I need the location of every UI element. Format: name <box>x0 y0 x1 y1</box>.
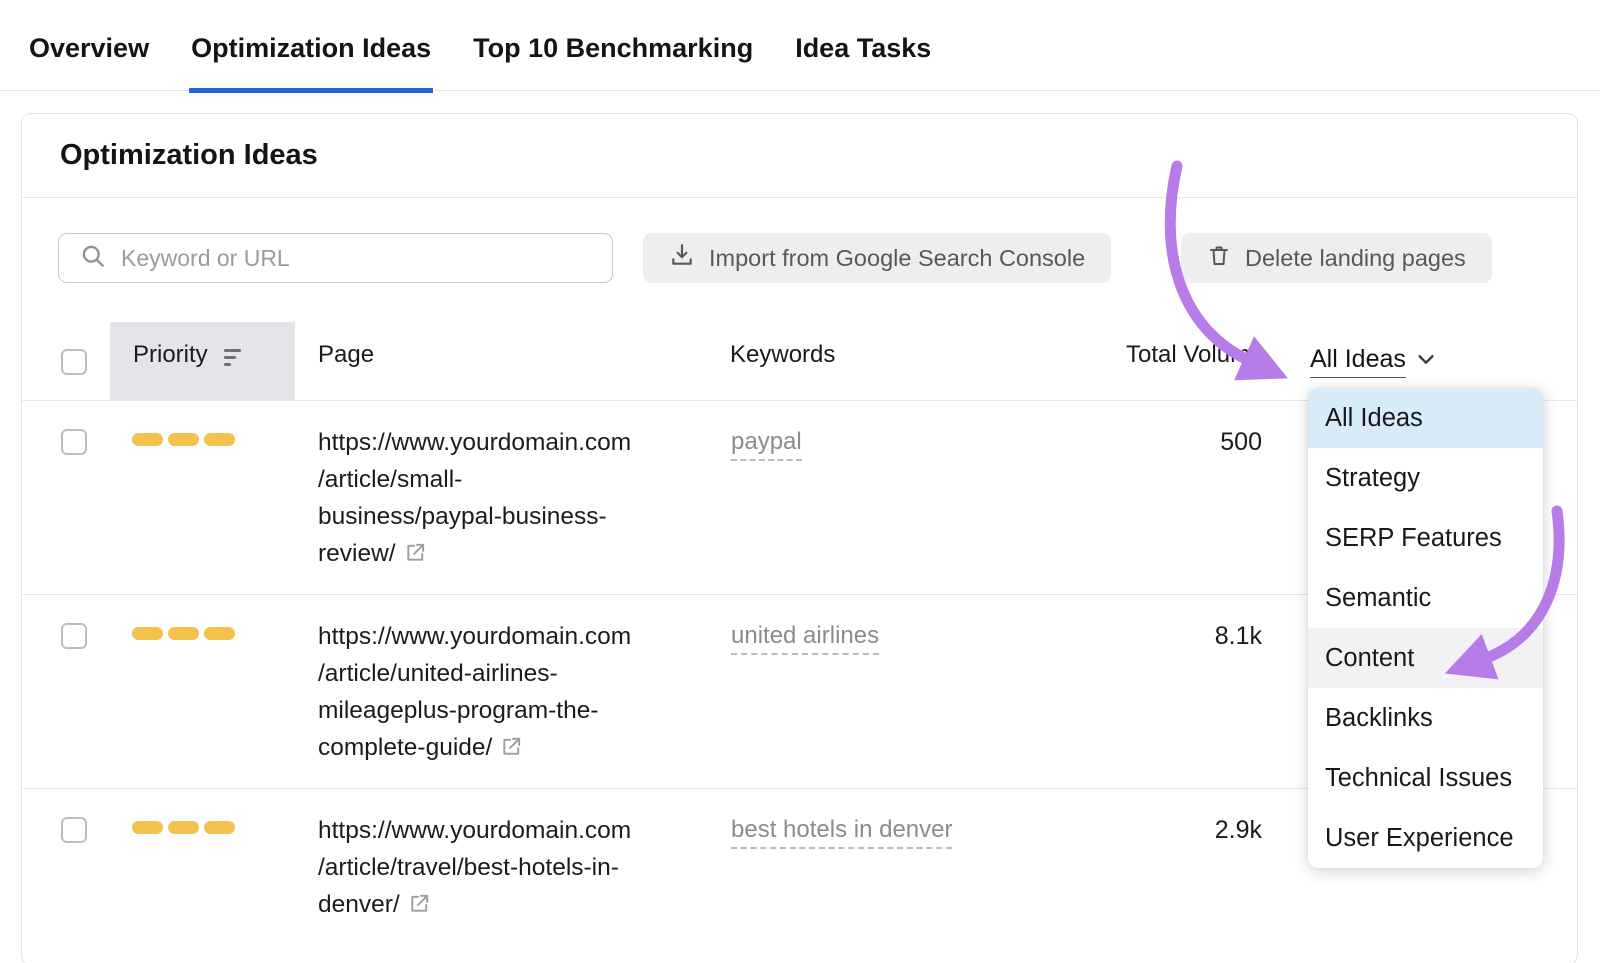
dropdown-item-all-ideas[interactable]: All Ideas <box>1308 388 1543 448</box>
on-page-seo-checker: Overview Optimization Ideas Top 10 Bench… <box>0 0 1600 963</box>
url-line: https://www.yourdomain.com <box>318 812 698 849</box>
dropdown-item-serp-features[interactable]: SERP Features <box>1308 508 1543 568</box>
url-line: https://www.yourdomain.com <box>318 424 698 461</box>
select-all-checkbox[interactable] <box>61 349 87 375</box>
url-line: /article/travel/best-hotels-in- <box>318 849 698 886</box>
ideas-filter-selected-value: All Ideas <box>1310 345 1406 378</box>
search-input[interactable] <box>121 234 612 282</box>
url-line: mileageplus-program-the- <box>318 692 698 729</box>
top-tab-bar: Overview Optimization Ideas Top 10 Bench… <box>0 0 1600 91</box>
ideas-filter-dropdown-trigger[interactable]: All Ideas <box>1310 345 1437 378</box>
url-line: denver/ <box>318 891 400 918</box>
dropdown-item-semantic[interactable]: Semantic <box>1308 568 1543 628</box>
total-volume-value: 8.1k <box>1100 622 1262 651</box>
header-keywords: Keywords <box>730 341 835 369</box>
header-total-volume: Total Volume <box>1126 341 1263 369</box>
url-line: https://www.yourdomain.com <box>318 618 698 655</box>
total-volume-value: 500 <box>1100 428 1262 457</box>
page-url: https://www.yourdomain.com /article/trav… <box>318 812 698 926</box>
header-priority: Priority <box>133 341 208 369</box>
dropdown-item-user-experience[interactable]: User Experience <box>1308 808 1543 868</box>
search-icon <box>79 242 107 275</box>
dropdown-item-strategy[interactable]: Strategy <box>1308 448 1543 508</box>
row-checkbox[interactable] <box>61 623 87 649</box>
priority-bars <box>132 433 235 446</box>
tab-overview[interactable]: Overview <box>27 33 151 93</box>
ideas-filter-dropdown-menu: All Ideas Strategy SERP Features Semanti… <box>1308 388 1543 868</box>
trash-icon <box>1207 243 1231 273</box>
title-divider <box>22 197 1577 198</box>
external-link-icon[interactable] <box>404 538 427 575</box>
url-line: review/ <box>318 540 396 567</box>
external-link-icon[interactable] <box>408 889 431 926</box>
chevron-down-icon <box>1415 348 1437 375</box>
url-line: /article/small- <box>318 461 698 498</box>
url-line: complete-guide/ <box>318 734 492 761</box>
delete-landing-pages-label: Delete landing pages <box>1245 245 1466 272</box>
download-icon <box>669 242 695 274</box>
tab-top-10-benchmarking[interactable]: Top 10 Benchmarking <box>471 33 755 93</box>
import-gsc-button[interactable]: Import from Google Search Console <box>643 233 1111 283</box>
card-title: Optimization Ideas <box>60 139 318 172</box>
url-line: /article/united-airlines- <box>318 655 698 692</box>
page-url: https://www.yourdomain.com /article/smal… <box>318 424 698 575</box>
row-checkbox[interactable] <box>61 429 87 455</box>
import-gsc-label: Import from Google Search Console <box>709 245 1085 272</box>
tab-optimization-ideas[interactable]: Optimization Ideas <box>189 33 433 93</box>
total-volume-value: 2.9k <box>1100 816 1262 845</box>
priority-bars <box>132 821 235 834</box>
dropdown-item-content[interactable]: Content <box>1308 628 1543 688</box>
keyword-link[interactable]: paypal <box>731 428 802 461</box>
page-url: https://www.yourdomain.com /article/unit… <box>318 618 698 769</box>
dropdown-item-backlinks[interactable]: Backlinks <box>1308 688 1543 748</box>
header-page: Page <box>318 341 374 369</box>
search-box <box>58 233 613 283</box>
external-link-icon[interactable] <box>500 732 523 769</box>
sort-icon[interactable] <box>224 348 246 372</box>
keyword-link[interactable]: united airlines <box>731 622 879 655</box>
row-checkbox[interactable] <box>61 817 87 843</box>
url-line: business/paypal-business- <box>318 498 698 535</box>
keyword-link[interactable]: best hotels in denver <box>731 816 952 849</box>
dropdown-item-technical-issues[interactable]: Technical Issues <box>1308 748 1543 808</box>
delete-landing-pages-button[interactable]: Delete landing pages <box>1181 233 1492 283</box>
priority-bars <box>132 627 235 640</box>
tab-idea-tasks[interactable]: Idea Tasks <box>793 33 933 93</box>
